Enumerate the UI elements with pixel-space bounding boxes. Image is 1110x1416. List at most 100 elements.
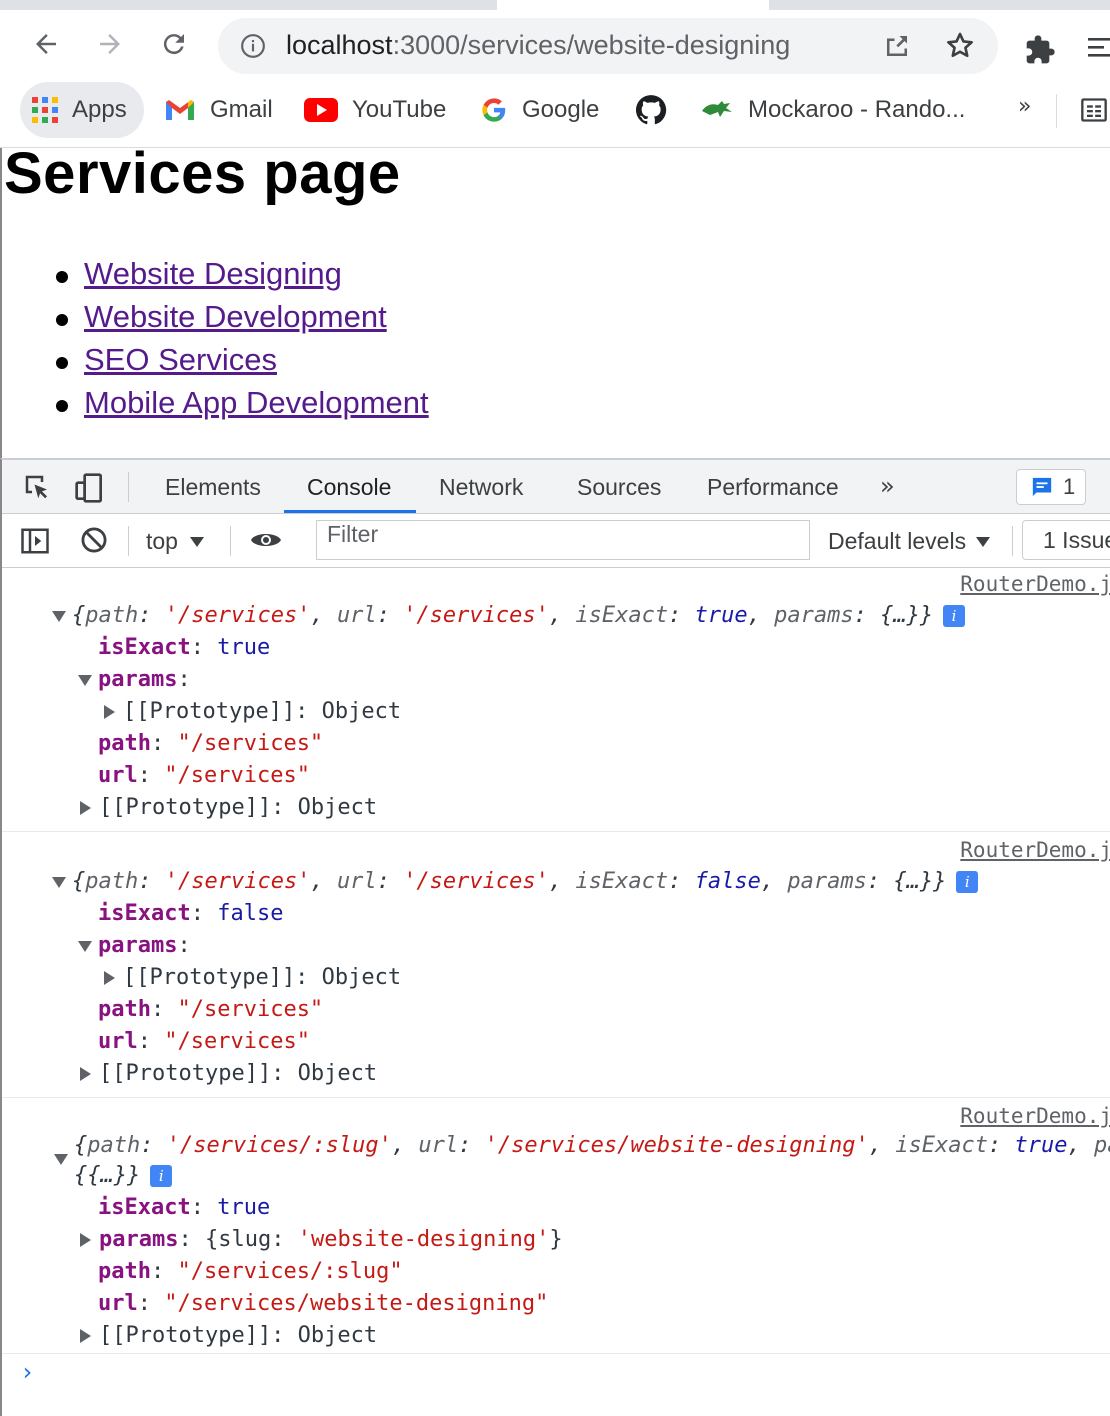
collapse-arrow-icon[interactable] <box>80 1067 91 1081</box>
console-message: RouterDemo.j {path: '/services/:slug', u… <box>2 1098 1110 1354</box>
toolbar-divider <box>230 526 231 556</box>
tab-console[interactable]: Console <box>307 474 391 501</box>
prop-path: path: "/services" <box>98 731 324 756</box>
info-icon[interactable]: i <box>943 605 966 627</box>
extensions-puzzle-icon[interactable] <box>1024 34 1056 70</box>
inspect-element-icon[interactable] <box>22 472 52 506</box>
tab-inactive-right[interactable] <box>769 0 1110 10</box>
info-icon[interactable]: i <box>150 1165 173 1187</box>
log-levels-dropdown[interactable]: Default levels <box>828 528 991 555</box>
bookmark-star-icon[interactable] <box>944 30 976 66</box>
reading-list-icon[interactable] <box>1080 96 1108 128</box>
expand-arrow-icon[interactable] <box>78 674 92 686</box>
bookmark-label: YouTube <box>352 96 447 123</box>
clear-console-icon[interactable] <box>80 526 108 558</box>
bookmark-label: Mockaroo - Rando... <box>748 96 966 123</box>
back-button[interactable] <box>26 24 66 64</box>
link-website-designing[interactable]: Website Designing <box>84 256 342 291</box>
prop-path: path: "/services/:slug" <box>98 1259 403 1284</box>
prop-isExact: isExact: true <box>98 635 271 660</box>
filter-input[interactable]: Filter <box>316 520 810 560</box>
prop-prototype[interactable]: [[Prototype]]: Object <box>80 792 377 824</box>
active-tab-indicator <box>284 510 416 513</box>
console-output: RouterDemo.j {path: '/services', url: '/… <box>2 568 1110 1416</box>
bookmark-label: Gmail <box>210 96 273 123</box>
url-host: localhost <box>286 30 393 60</box>
expand-arrow-icon[interactable] <box>52 876 66 888</box>
reload-icon <box>163 34 184 55</box>
object-summary[interactable]: {path: '/services', url: '/services', is… <box>52 600 966 632</box>
collapse-arrow-icon[interactable] <box>80 801 91 815</box>
forward-button[interactable] <box>90 24 130 64</box>
tab-inactive-left[interactable] <box>0 0 497 10</box>
services-list: Website Designing Website Development SE… <box>52 256 429 428</box>
url-text[interactable]: localhost:3000/services/website-designin… <box>286 30 790 61</box>
messages-badge[interactable]: 1 <box>1016 469 1086 505</box>
list-item: SEO Services <box>52 342 429 385</box>
object-summary[interactable]: {path: '/services', url: '/services', is… <box>52 866 979 898</box>
collapse-arrow-icon[interactable] <box>80 1233 91 1247</box>
console-prompt-icon[interactable]: › <box>20 1358 34 1386</box>
live-expression-eye-icon[interactable] <box>250 528 282 556</box>
info-icon[interactable]: i <box>956 871 979 893</box>
context-selector[interactable]: top <box>146 528 204 555</box>
source-link[interactable]: RouterDemo.j <box>960 1104 1110 1128</box>
issues-button[interactable]: 1 Issue <box>1022 520 1110 560</box>
collapse-arrow-icon[interactable] <box>80 1329 91 1343</box>
console-message: RouterDemo.j {path: '/services', url: '/… <box>2 832 1110 1098</box>
link-website-development[interactable]: Website Development <box>84 299 387 334</box>
prop-prototype[interactable]: [[Prototype]]: Object <box>80 1320 377 1352</box>
devtools-tab-bar: Elements Console Network Sources Perform… <box>2 460 1110 514</box>
reload-button[interactable] <box>154 24 194 64</box>
context-value: top <box>146 528 178 554</box>
bookmark-google[interactable]: Google <box>480 82 599 138</box>
tab-active[interactable] <box>497 0 769 10</box>
prop-isExact: isExact: true <box>98 1195 271 1220</box>
sidebar-toggle-icon[interactable] <box>20 526 50 560</box>
share-icon[interactable] <box>882 31 912 65</box>
console-filter-bar: top Filter Default levels 1 Issue <box>2 514 1110 568</box>
site-info-icon[interactable] <box>240 33 266 63</box>
toolbar-divider <box>128 472 129 502</box>
levels-value: Default levels <box>828 528 967 554</box>
source-link[interactable]: RouterDemo.j <box>960 572 1110 596</box>
collapse-arrow-icon[interactable] <box>104 705 115 719</box>
reading-list-menu-icon[interactable] <box>1088 34 1110 64</box>
bookmark-mockaroo[interactable]: Mockaroo - Rando... <box>700 82 965 138</box>
tab-sources[interactable]: Sources <box>577 474 661 501</box>
collapse-arrow-icon[interactable] <box>104 971 115 985</box>
prop-prototype-inner[interactable]: [[Prototype]]: Object <box>104 696 401 728</box>
console-message: RouterDemo.j {path: '/services', url: '/… <box>2 568 1110 832</box>
tab-performance[interactable]: Performance <box>707 474 839 501</box>
bookmark-youtube[interactable]: YouTube <box>304 82 446 138</box>
prop-params[interactable]: params: <box>78 664 191 696</box>
source-link[interactable]: RouterDemo.j <box>960 838 1110 862</box>
prop-url: url: "/services" <box>98 1029 310 1054</box>
expand-arrow-icon[interactable] <box>52 610 66 622</box>
link-mobile-app-development[interactable]: Mobile App Development <box>84 385 429 420</box>
link-seo-services[interactable]: SEO Services <box>84 342 277 377</box>
youtube-icon <box>304 98 338 122</box>
device-toolbar-icon[interactable] <box>74 472 106 508</box>
more-tabs-button[interactable]: » <box>880 472 895 500</box>
expand-arrow-icon[interactable] <box>78 940 92 952</box>
prop-url: url: "/services/website-designing" <box>98 1291 549 1316</box>
forward-arrow-icon <box>100 34 120 54</box>
expand-arrow-icon[interactable] <box>54 1154 68 1165</box>
bookmark-gmail[interactable]: Gmail <box>164 82 273 138</box>
bookmark-github[interactable] <box>634 82 682 138</box>
prop-params[interactable]: params: <box>78 930 191 962</box>
bookmarks-bar: Apps Gmail YouTube Google Mockaroo - Ran… <box>0 82 1110 148</box>
list-item: Website Designing <box>52 256 429 299</box>
devtools-panel: Elements Console Network Sources Perform… <box>0 458 1110 1416</box>
tab-network[interactable]: Network <box>439 474 523 501</box>
object-summary[interactable]: {path: '/services/:slug', url: '/service… <box>74 1130 1110 1162</box>
prop-prototype-inner[interactable]: [[Prototype]]: Object <box>104 962 401 994</box>
bookmark-apps[interactable]: Apps <box>20 82 144 138</box>
address-bar[interactable]: localhost:3000/services/website-designin… <box>218 18 998 74</box>
tab-strip <box>0 0 1110 10</box>
prop-prototype[interactable]: [[Prototype]]: Object <box>80 1058 377 1090</box>
more-bookmarks-button[interactable]: » <box>1018 94 1031 119</box>
tab-elements[interactable]: Elements <box>165 474 261 501</box>
prop-params[interactable]: params: {slug: 'website-designing'} <box>80 1224 563 1256</box>
